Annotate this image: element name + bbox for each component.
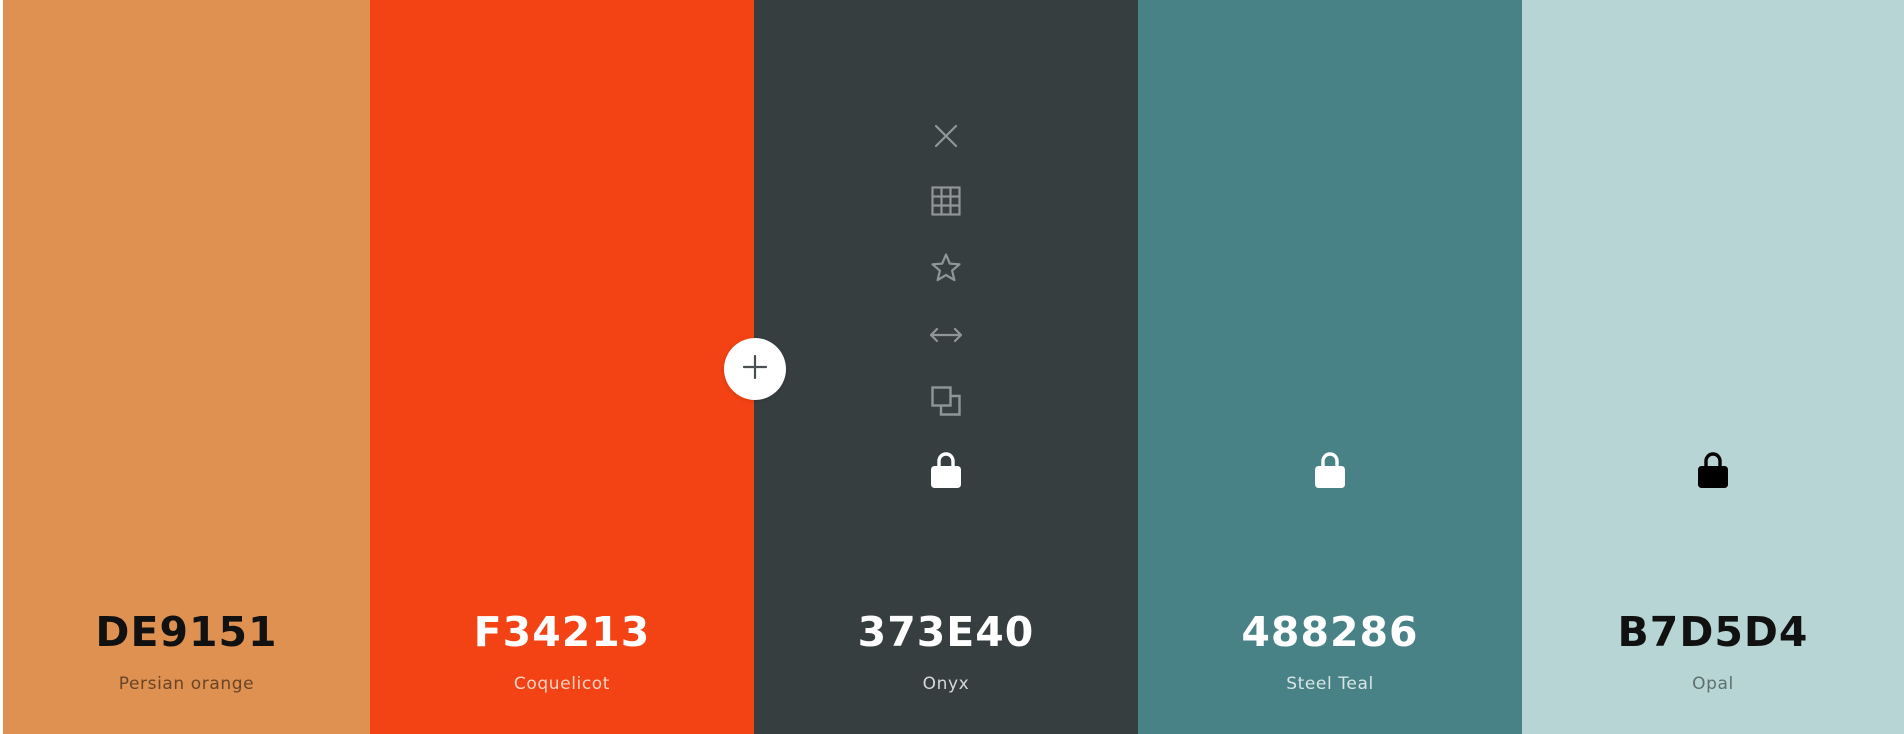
copy-icon[interactable] bbox=[926, 381, 966, 421]
color-name[interactable]: Opal bbox=[1522, 672, 1904, 696]
color-name[interactable]: Coquelicot bbox=[370, 672, 754, 696]
hex-code[interactable]: 373E40 bbox=[754, 604, 1138, 660]
color-name[interactable]: Onyx bbox=[754, 672, 1138, 696]
add-color-button[interactable] bbox=[724, 338, 786, 400]
hex-code[interactable]: B7D5D4 bbox=[1522, 604, 1904, 660]
swatch-coquelicot[interactable]: F34213 Coquelicot bbox=[370, 0, 754, 734]
hex-code[interactable]: DE9151 bbox=[3, 604, 370, 660]
swatch-opal[interactable]: B7D5D4 Opal bbox=[1522, 0, 1904, 734]
hex-code[interactable]: 488286 bbox=[1138, 604, 1522, 660]
close-icon[interactable] bbox=[926, 116, 966, 156]
lock-icon[interactable] bbox=[1310, 448, 1350, 492]
swatch-steel-teal[interactable]: 488286 Steel Teal bbox=[1138, 0, 1522, 734]
star-icon[interactable] bbox=[926, 248, 966, 288]
color-palette: DE9151 Persian orange F34213 Coquelicot bbox=[0, 0, 1904, 734]
swatch-onyx[interactable]: 373E40 Onyx bbox=[754, 0, 1138, 734]
drag-icon[interactable] bbox=[926, 315, 966, 355]
plus-icon bbox=[742, 354, 768, 384]
grid-icon[interactable] bbox=[926, 181, 966, 221]
lock-icon[interactable] bbox=[926, 448, 966, 492]
lock-icon[interactable] bbox=[1693, 448, 1733, 492]
color-name[interactable]: Persian orange bbox=[3, 672, 370, 696]
color-name[interactable]: Steel Teal bbox=[1138, 672, 1522, 696]
swatch-persian-orange[interactable]: DE9151 Persian orange bbox=[0, 0, 370, 734]
hex-code[interactable]: F34213 bbox=[370, 604, 754, 660]
